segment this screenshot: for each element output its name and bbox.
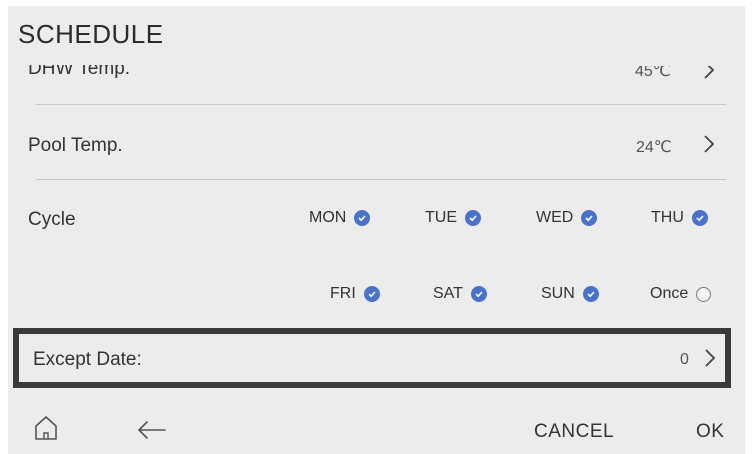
- divider: [36, 104, 726, 105]
- day-label: WED: [536, 209, 574, 226]
- option-once[interactable]: Once: [650, 285, 712, 303]
- check-icon: [581, 210, 598, 226]
- check-icon: [363, 286, 380, 302]
- day-label: THU: [651, 209, 684, 226]
- dhw-temp-value: 45℃: [635, 63, 671, 80]
- except-date-row[interactable]: Except Date: 0: [13, 328, 731, 388]
- chevron-right-icon: [699, 347, 721, 369]
- day-fri[interactable]: FRI: [330, 285, 380, 303]
- day-sat[interactable]: SAT: [433, 285, 487, 303]
- cancel-button[interactable]: CANCEL: [534, 421, 614, 443]
- schedule-panel: SCHEDULE DHW Temp. 45℃ Pool Temp. 24℃ Cy…: [8, 6, 745, 454]
- pool-temp-value: 24℃: [636, 139, 672, 156]
- bottom-bar: CANCEL OK: [8, 398, 745, 454]
- day-mon[interactable]: MON: [309, 209, 371, 227]
- day-sun[interactable]: SUN: [541, 285, 599, 303]
- check-icon: [470, 286, 487, 302]
- pool-temp-label: Pool Temp.: [28, 135, 123, 156]
- check-icon: [691, 210, 708, 226]
- home-icon[interactable]: [32, 414, 60, 447]
- day-label: SUN: [541, 285, 575, 302]
- day-label: Once: [650, 285, 689, 302]
- day-label: FRI: [330, 285, 356, 302]
- chevron-right-icon: [698, 66, 720, 81]
- chevron-right-icon: [698, 133, 720, 155]
- page-title: SCHEDULE: [18, 19, 164, 49]
- day-thu[interactable]: THU: [651, 209, 708, 227]
- dhw-temp-label: DHW Temp.: [28, 58, 131, 79]
- ok-button[interactable]: OK: [696, 421, 724, 443]
- cycle-label: Cycle: [28, 209, 76, 230]
- day-label: TUE: [425, 209, 457, 226]
- back-arrow-icon[interactable]: [136, 419, 168, 446]
- radio-icon: [696, 286, 712, 302]
- check-icon: [582, 286, 599, 302]
- day-tue[interactable]: TUE: [425, 209, 481, 227]
- except-date-value: 0: [680, 351, 689, 368]
- except-date-label: Except Date:: [33, 349, 142, 370]
- check-icon: [354, 210, 371, 226]
- check-icon: [465, 210, 481, 226]
- day-wed[interactable]: WED: [536, 209, 598, 227]
- day-label: MON: [309, 209, 347, 226]
- day-label: SAT: [433, 285, 463, 302]
- divider: [36, 179, 726, 180]
